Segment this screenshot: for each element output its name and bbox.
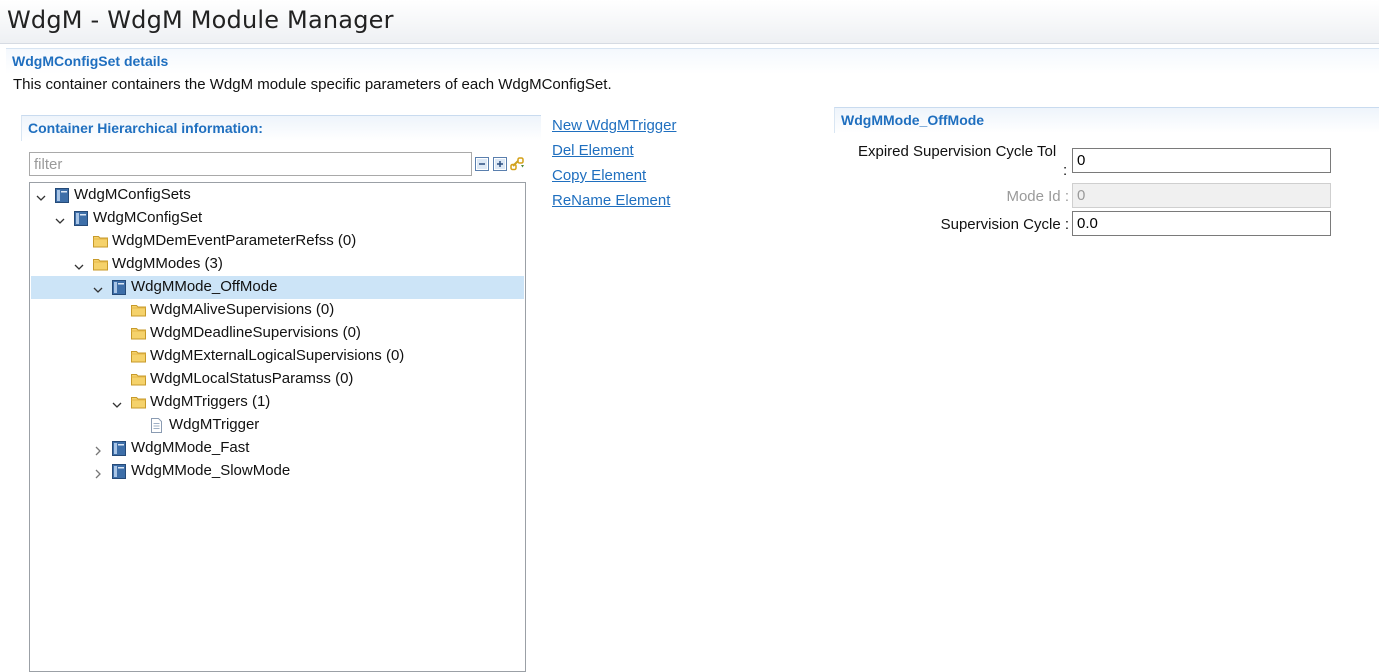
folder-icon	[131, 326, 146, 341]
tree-node-label: WdgMConfigSet	[93, 209, 203, 226]
section-description: This container containers the WdgM modul…	[13, 76, 612, 93]
filter-input[interactable]	[29, 152, 472, 176]
collapse-all-icon[interactable]	[475, 156, 489, 171]
expired-cycle-tol-label: Expired Supervision Cycle Tol	[858, 143, 1057, 160]
tree-node[interactable]: WdgMModes (3)	[31, 253, 524, 276]
container-tree[interactable]: WdgMConfigSets WdgMConfigSet WdgMDemEventP…	[29, 182, 526, 672]
rename-element-link[interactable]: ReName Element	[552, 192, 670, 209]
tree-node[interactable]: WdgMMode_SlowMode	[31, 460, 524, 483]
section-header: WdgMConfigSet details	[6, 48, 1379, 74]
container-icon	[112, 280, 126, 295]
tree-node-label: WdgMTrigger	[169, 416, 260, 433]
tree-node[interactable]: WdgMMode_OffMode	[31, 276, 524, 299]
file-icon	[150, 418, 164, 433]
mode-id-label: Mode Id :	[1006, 188, 1069, 205]
container-icon	[74, 211, 88, 226]
details-panel-title: WdgMMode_OffMode	[841, 112, 985, 128]
expired-cycle-tol-label-colon: :	[1063, 162, 1068, 179]
expand-all-icon[interactable]	[493, 156, 507, 171]
supervision-cycle-label: Supervision Cycle :	[940, 216, 1069, 233]
tree-node-label: WdgMLocalStatusParamss (0)	[150, 370, 354, 387]
chevron-down-icon[interactable]	[36, 190, 46, 201]
tree-node-label: WdgMTriggers (1)	[150, 393, 271, 410]
tree-node[interactable]: WdgMLocalStatusParamss (0)	[31, 368, 524, 391]
tree-node[interactable]: WdgMTriggers (1)	[31, 391, 524, 414]
tree-node-label: WdgMDemEventParameterRefss (0)	[112, 232, 357, 249]
folder-icon	[131, 395, 146, 410]
title-bar: WdgM - WdgM Module Manager	[0, 0, 1379, 44]
tree-node[interactable]: WdgMExternalLogicalSupervisions (0)	[31, 345, 524, 368]
new-element-link[interactable]: New WdgMTrigger	[552, 117, 676, 134]
tree-node-label: WdgMExternalLogicalSupervisions (0)	[150, 347, 405, 364]
tree-node-label: WdgMDeadlineSupervisions (0)	[150, 324, 361, 341]
tree-node-label: WdgMAliveSupervisions (0)	[150, 301, 335, 318]
chevron-down-icon[interactable]	[55, 213, 65, 224]
delete-element-link[interactable]: Del Element	[552, 142, 634, 159]
chevron-down-icon[interactable]	[74, 259, 84, 270]
expired-cycle-tol-field[interactable]	[1072, 148, 1331, 173]
window-title: WdgM - WdgM Module Manager	[7, 6, 394, 34]
mode-id-field	[1072, 183, 1331, 208]
container-icon	[112, 464, 126, 479]
details-panel-header: WdgMMode_OffMode	[834, 107, 1379, 133]
folder-icon	[93, 234, 108, 249]
hierarchy-panel-header: Container Hierarchical information:	[21, 115, 541, 141]
tree-node-label: WdgMMode_OffMode	[131, 278, 278, 295]
folder-icon	[131, 303, 146, 318]
tree-node-label: WdgMMode_Fast	[131, 439, 250, 456]
folder-icon	[131, 349, 146, 364]
tree-node-label: WdgMConfigSets	[74, 186, 191, 203]
tree-node[interactable]: WdgMTrigger	[31, 414, 524, 437]
section-title: WdgMConfigSet details	[12, 53, 169, 69]
tree-node[interactable]: WdgMConfigSets	[31, 184, 524, 207]
container-icon	[112, 441, 126, 456]
tree-node-label: WdgMMode_SlowMode	[131, 462, 291, 479]
copy-element-link[interactable]: Copy Element	[552, 167, 646, 184]
chevron-right-icon[interactable]	[93, 443, 103, 456]
tree-node[interactable]: WdgMDeadlineSupervisions (0)	[31, 322, 524, 345]
folder-icon	[93, 257, 108, 272]
tree-node-label: WdgMModes (3)	[112, 255, 223, 272]
hierarchy-panel-title: Container Hierarchical information:	[28, 120, 263, 136]
supervision-cycle-field[interactable]	[1072, 211, 1331, 236]
tree-node[interactable]: WdgMDemEventParameterRefss (0)	[31, 230, 524, 253]
folder-icon	[131, 372, 146, 387]
container-icon	[55, 188, 69, 203]
tree-node[interactable]: WdgMConfigSet	[31, 207, 524, 230]
chevron-right-icon[interactable]	[93, 466, 103, 479]
tree-node[interactable]: WdgMMode_Fast	[31, 437, 524, 460]
chevron-down-icon[interactable]	[93, 282, 103, 293]
chevron-down-icon[interactable]	[112, 397, 122, 408]
tree-node[interactable]: WdgMAliveSupervisions (0)	[31, 299, 524, 322]
link-with-editor-icon[interactable]	[510, 156, 526, 171]
